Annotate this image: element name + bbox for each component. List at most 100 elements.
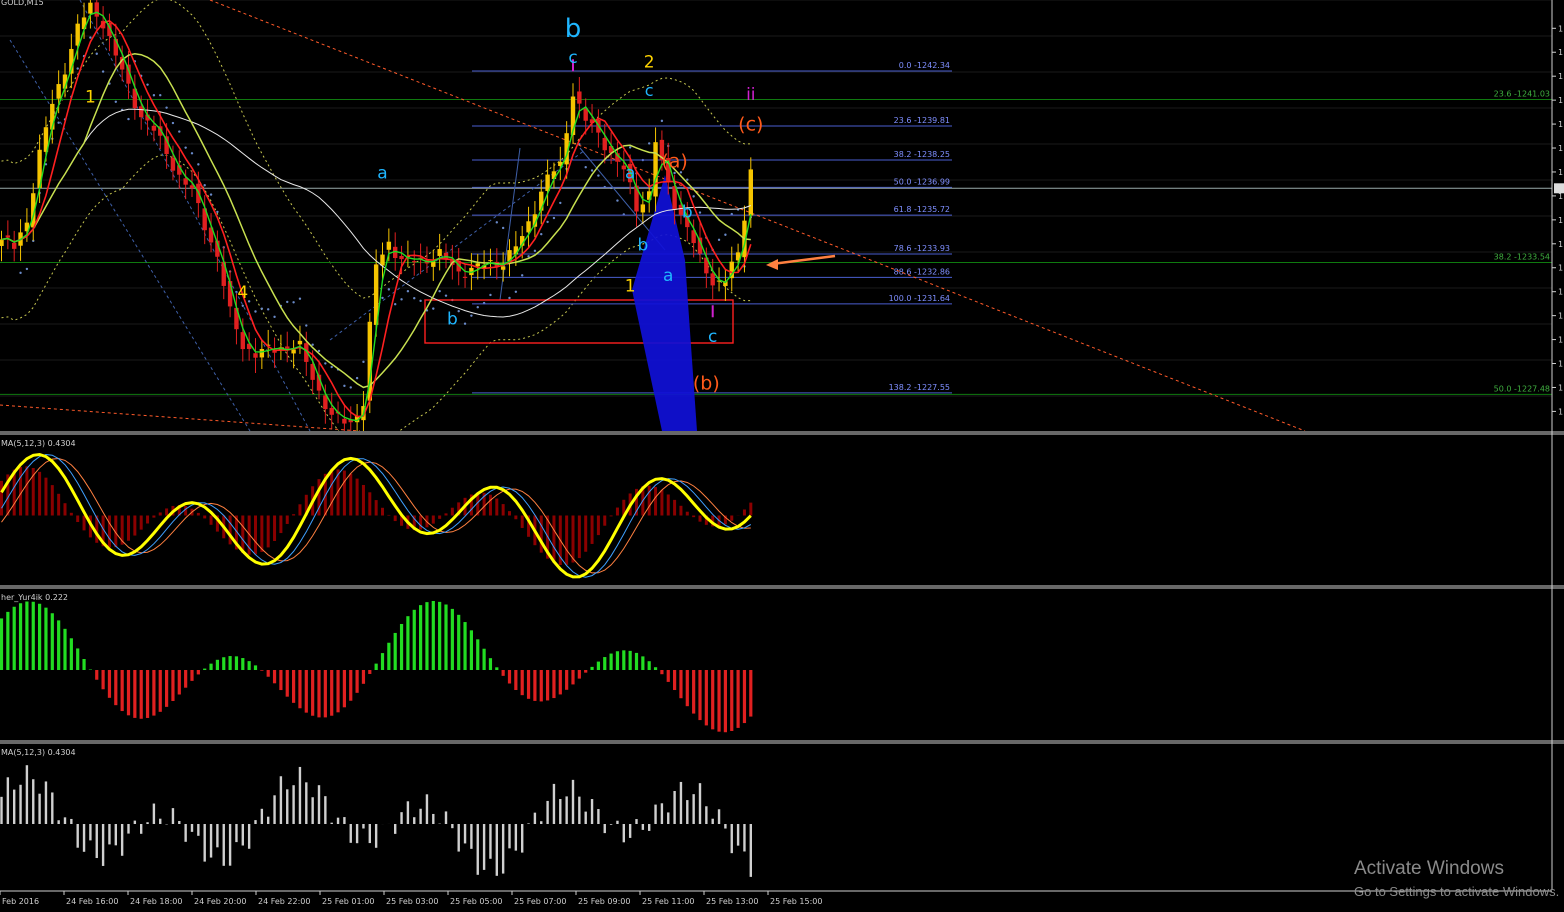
sar-dot bbox=[362, 360, 365, 364]
wave-label: c bbox=[568, 48, 577, 68]
sar-dot bbox=[209, 193, 213, 196]
candle-body bbox=[259, 349, 265, 358]
price-axis-label: 1 bbox=[1558, 96, 1563, 105]
candle-body bbox=[386, 241, 392, 250]
sar-dot bbox=[152, 94, 156, 97]
wave-label: 4 bbox=[237, 283, 248, 303]
current-price-tag bbox=[1554, 183, 1564, 194]
trading-chart[interactable]: 0.0 -1242.34 23.6 -1239.81 38.2 -1238.25 50… bbox=[0, 0, 1564, 912]
candle-body bbox=[297, 340, 303, 345]
activate-windows-watermark: Activate Windows Go to Settings to activ… bbox=[1354, 858, 1559, 899]
candle-body bbox=[399, 255, 404, 260]
fib-level-label: 38.2 -1238.25 bbox=[894, 150, 950, 159]
sar-dot bbox=[241, 304, 244, 307]
sar-dot bbox=[324, 362, 327, 365]
sar-dot bbox=[247, 300, 251, 303]
sar-dot bbox=[590, 169, 594, 172]
time-axis-label: 25 Feb 01:00 bbox=[322, 897, 374, 906]
sar-dot bbox=[330, 365, 333, 369]
sar-dot bbox=[381, 296, 384, 300]
sar-dot bbox=[114, 100, 118, 103]
candle-body bbox=[151, 125, 157, 131]
candle-body bbox=[342, 418, 347, 424]
histogram-title: MA(5,12,3) 0.4304 bbox=[1, 748, 76, 757]
sar-dot bbox=[400, 298, 403, 301]
time-axis-label: 25 Feb 05:00 bbox=[450, 897, 502, 906]
sar-dot bbox=[692, 195, 695, 198]
main-pane: 0.0 -1242.34 23.6 -1239.81 38.2 -1238.25 50… bbox=[0, 0, 1552, 431]
sar-dot bbox=[305, 324, 308, 327]
fib-level-label: 138.2 -1227.55 bbox=[889, 383, 950, 392]
sar-dot bbox=[159, 94, 162, 97]
candle-body bbox=[285, 346, 290, 349]
watermark-title: Activate Windows bbox=[1354, 858, 1504, 879]
time-axis-label: 24 Feb 20:00 bbox=[194, 897, 246, 906]
candle-body bbox=[640, 204, 646, 213]
sar-dot bbox=[25, 267, 29, 271]
fib-level-label: 100.0 -1231.64 bbox=[889, 294, 950, 303]
sar-dot bbox=[413, 297, 416, 300]
sar-dot bbox=[273, 315, 276, 319]
fib-level-label: 23.6 -1239.81 bbox=[894, 116, 950, 125]
price-axis-label: 1 bbox=[1558, 240, 1563, 249]
sar-dot bbox=[76, 67, 79, 70]
sar-dot bbox=[101, 70, 105, 73]
wave-label: a bbox=[377, 163, 387, 183]
osc-yellow-line bbox=[0, 452, 752, 579]
sar-dot bbox=[95, 52, 98, 55]
wave-label: b bbox=[637, 235, 648, 255]
price-axis-label: 1 bbox=[1558, 407, 1563, 416]
osc-title: MA(5,12,3) 0.4304 bbox=[1, 439, 76, 448]
sar-dot bbox=[343, 384, 346, 388]
candle-body bbox=[431, 261, 436, 267]
sar-dot bbox=[406, 290, 410, 293]
sar-dot bbox=[292, 301, 295, 304]
sar-dot bbox=[540, 232, 543, 236]
time-axis-label: 25 Feb 15:00 bbox=[770, 897, 822, 906]
wave-label: b bbox=[565, 14, 582, 44]
sar-dot bbox=[533, 249, 537, 253]
sar-dot bbox=[597, 174, 600, 177]
sar-dot bbox=[184, 146, 187, 149]
candle-body bbox=[488, 260, 493, 262]
fib-level-label: 0.0 -1242.34 bbox=[899, 61, 950, 70]
wave-label: 1 bbox=[85, 87, 96, 107]
sar-dot bbox=[559, 201, 562, 205]
sar-dot bbox=[432, 307, 435, 310]
fib-level-label: 88.6 -1232.86 bbox=[894, 267, 950, 276]
wave-label: (b) bbox=[693, 373, 720, 395]
sar-dot bbox=[349, 386, 352, 389]
candle-body bbox=[437, 249, 442, 256]
sar-dot bbox=[495, 221, 498, 224]
sar-dot bbox=[463, 322, 467, 325]
sar-dot bbox=[254, 310, 257, 313]
wave-label: (c) bbox=[738, 114, 763, 136]
time-axis-label: 25 Feb 09:00 bbox=[578, 897, 630, 906]
wave-label: 1 bbox=[625, 277, 636, 297]
sar-dot bbox=[190, 152, 194, 155]
price-axis-label: 1 bbox=[1558, 72, 1563, 81]
sar-dot bbox=[317, 349, 321, 353]
candle-body bbox=[56, 84, 61, 99]
sar-dot bbox=[546, 220, 549, 224]
wave-label: 2 bbox=[644, 52, 655, 72]
sar-dot bbox=[19, 271, 22, 275]
wave-label: b bbox=[682, 203, 693, 223]
sar-dot bbox=[178, 130, 181, 133]
sar-dot bbox=[57, 121, 60, 124]
green-level-label: 38.2 -1233.54 bbox=[1494, 253, 1550, 262]
fib-level-label: 50.0 -1236.99 bbox=[894, 177, 950, 186]
sar-dot bbox=[260, 307, 264, 310]
price-axis-label: 1 bbox=[1558, 216, 1563, 225]
trendline bbox=[0, 404, 361, 431]
candle-body bbox=[183, 178, 188, 185]
sar-dot bbox=[514, 290, 518, 294]
candle-body bbox=[462, 276, 468, 278]
time-axis-label: 24 Feb 22:00 bbox=[258, 897, 310, 906]
wave-label: a bbox=[625, 163, 635, 183]
time-axis-label: 24 Feb 16:00 bbox=[66, 897, 118, 906]
candle-body bbox=[710, 273, 715, 286]
annotation-arrow-head bbox=[766, 259, 778, 270]
sar-dot bbox=[438, 289, 441, 293]
sar-dot bbox=[286, 300, 289, 304]
